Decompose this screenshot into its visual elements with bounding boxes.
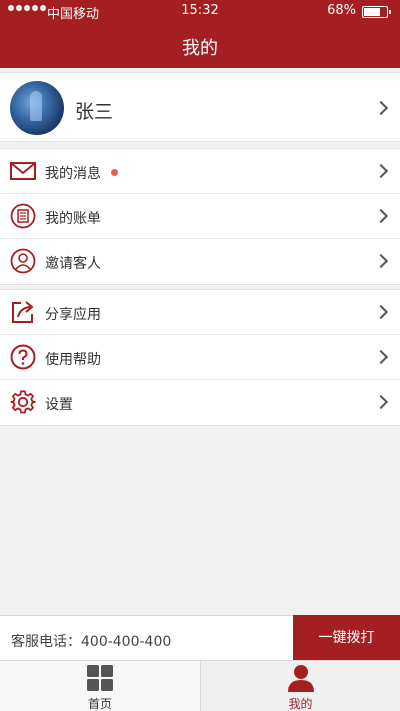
tab-bar: 首页 我的 [0,660,400,711]
battery-icon [362,6,391,18]
call-button[interactable]: 一键拨打 [293,615,400,661]
menu-group-app: 分享应用 使用帮助 设置 [0,289,400,426]
chevron-right-icon [373,163,389,179]
battery-percent: 68% [327,3,356,18]
service-phone-text: 客服电话：400-400-400 [11,634,172,650]
menu-item-label: 邀请客人 [45,256,101,272]
menu-item-settings[interactable]: 设置 [0,380,400,425]
chevron-right-icon [373,304,389,320]
tab-me[interactable]: 我的 [200,661,400,711]
profile-name: 张三 [75,101,114,123]
chevron-right-icon [373,253,389,269]
menu-item-share[interactable]: 分享应用 [0,290,400,335]
menu-item-label: 我的账单 [45,211,101,227]
status-bar: 中国移动 15:32 68% [0,0,400,22]
chevron-right-icon [373,349,389,365]
chevron-right-icon [373,208,389,224]
tab-home-label: 首页 [87,697,112,711]
tab-home[interactable]: 首页 [0,661,200,711]
menu-group-account: 我的消息 我的账单 邀请客人 [0,148,400,285]
avatar [10,81,64,135]
chevron-right-icon [373,394,389,410]
unread-badge [111,169,118,176]
person-icon [288,665,314,692]
mail-icon [10,162,36,180]
header: 中国移动 15:32 68% 我的 [0,0,400,68]
menu-item-messages[interactable]: 我的消息 [0,149,400,194]
menu-item-invite[interactable]: 邀请客人 [0,239,400,284]
grid-icon [87,665,113,691]
tab-me-label: 我的 [288,697,313,711]
menu-item-bills[interactable]: 我的账单 [0,194,400,239]
bill-icon [10,203,36,229]
share-icon [12,301,34,323]
user-icon [10,248,36,274]
gear-icon [10,390,36,414]
profile-row[interactable]: 张三 [0,72,400,142]
page-title: 我的 [182,38,218,59]
chevron-right-icon [373,100,389,116]
customer-service-bar: 客服电话：400-400-400 一键拨打 [0,615,400,661]
menu-item-label: 使用帮助 [45,352,101,368]
menu-item-help[interactable]: 使用帮助 [0,335,400,380]
help-icon [10,344,36,370]
menu-item-label: 我的消息 [45,166,101,182]
menu-item-label: 设置 [45,397,73,413]
menu-item-label: 分享应用 [45,307,101,323]
